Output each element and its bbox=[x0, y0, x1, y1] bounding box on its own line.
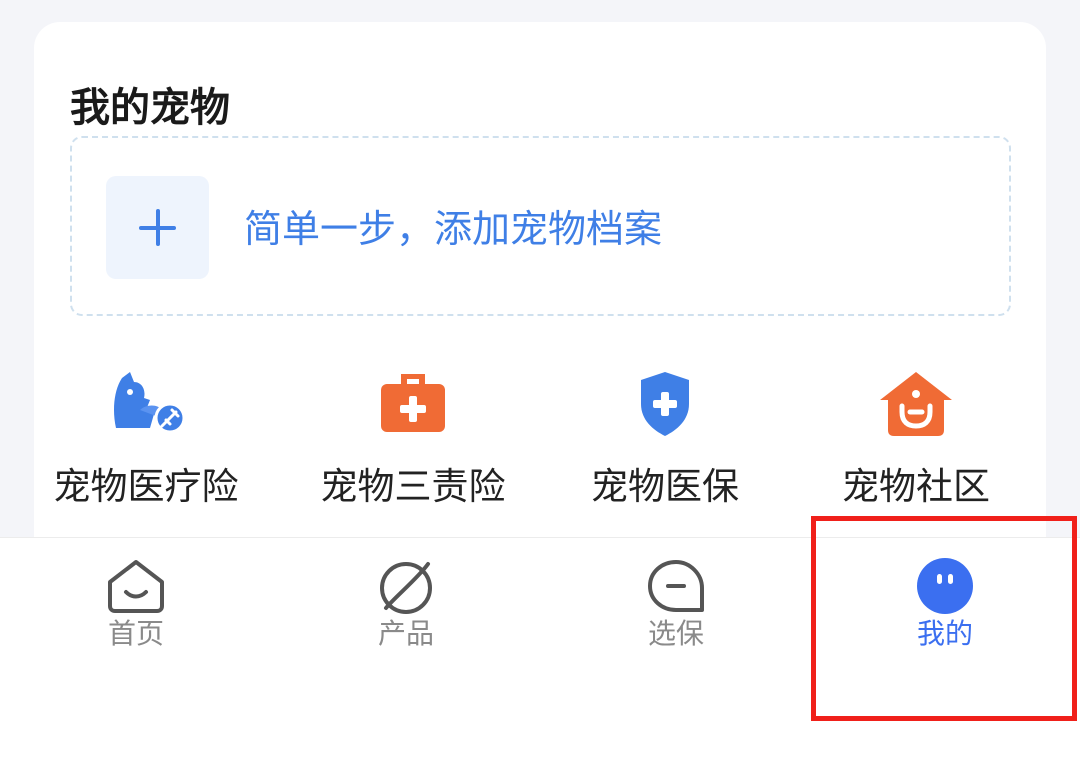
home-icon bbox=[108, 560, 164, 613]
tab-label: 选保 bbox=[647, 617, 704, 650]
tab-label: 首页 bbox=[107, 617, 164, 650]
pet-vaccine-icon bbox=[114, 372, 186, 434]
feature-label: 宠物医保 bbox=[591, 465, 739, 508]
plus-icon[interactable] bbox=[106, 176, 209, 279]
first-aid-kit-icon bbox=[381, 374, 445, 432]
feature-pet-community[interactable]: 宠物社区 bbox=[816, 370, 1016, 505]
highlight-box bbox=[811, 516, 1077, 721]
tab-products[interactable]: 产品 bbox=[336, 558, 476, 648]
tab-label: 产品 bbox=[377, 617, 434, 650]
tab-select-insurance[interactable]: 选保 bbox=[606, 558, 746, 648]
planet-icon bbox=[380, 562, 432, 614]
my-pets-title: 我的宠物 bbox=[70, 85, 230, 131]
shield-plus-icon bbox=[641, 372, 689, 436]
add-pet-profile-text[interactable]: 简单一步，添加宠物档案 bbox=[244, 210, 662, 248]
feature-label: 宠物社区 bbox=[842, 465, 990, 508]
feature-pet-medical-plan[interactable]: 宠物医保 bbox=[565, 370, 765, 505]
tab-home[interactable]: 首页 bbox=[66, 558, 206, 648]
my-pets-card: 我的宠物 简单一步，添加宠物档案 宠物医疗险 宠物三责险 宠物医保 宠物社区 bbox=[34, 22, 1046, 562]
feature-label: 宠物医疗险 bbox=[53, 465, 239, 508]
select-insurance-icon bbox=[648, 560, 704, 612]
feature-pet-liability-insurance[interactable]: 宠物三责险 bbox=[313, 370, 513, 505]
pet-house-icon bbox=[880, 372, 952, 436]
feature-pet-medical-insurance[interactable]: 宠物医疗险 bbox=[46, 370, 246, 505]
feature-label: 宠物三责险 bbox=[320, 465, 506, 508]
add-pet-profile-box[interactable]: 简单一步，添加宠物档案 bbox=[70, 136, 1011, 316]
